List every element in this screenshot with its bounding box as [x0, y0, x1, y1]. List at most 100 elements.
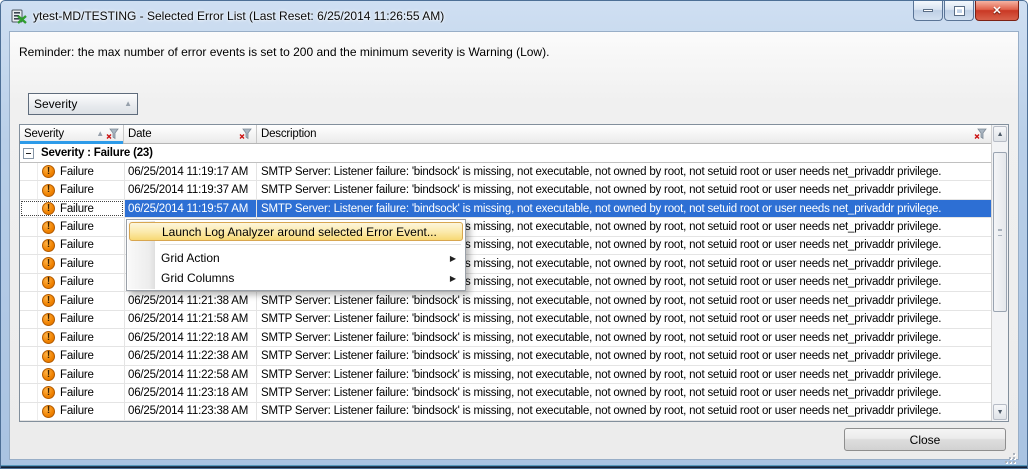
- column-label: Severity: [24, 128, 96, 140]
- severity-label: Failure: [60, 369, 94, 381]
- severity-label: Failure: [60, 295, 94, 307]
- table-row[interactable]: ! Failure 06/25/2014 11:23:38 AM SMTP Se…: [20, 403, 991, 421]
- group-indent: [22, 384, 38, 401]
- titlebar[interactable]: ytest-MD/TESTING - Selected Error List (…: [1, 1, 1027, 31]
- severity-label: Failure: [60, 387, 94, 399]
- group-indent: [22, 292, 38, 309]
- grid-header: Severity ▲ Date Description: [20, 125, 991, 144]
- maximize-icon: [955, 7, 964, 15]
- vertical-scrollbar[interactable]: ▲ ▼: [991, 125, 1008, 421]
- severity-cell: ! Failure: [20, 384, 124, 401]
- failure-icon: !: [42, 239, 55, 252]
- severity-label: Failure: [60, 332, 94, 344]
- row-description: SMTP Server: Listener failure: 'bindsock…: [257, 347, 991, 364]
- row-description: SMTP Server: Listener failure: 'bindsock…: [257, 384, 991, 401]
- group-indent: [22, 366, 38, 383]
- table-row[interactable]: ! Failure 06/25/2014 11:19:57 AM SMTP Se…: [20, 200, 991, 218]
- severity-label: Failure: [60, 203, 94, 215]
- failure-icon: !: [42, 184, 55, 197]
- failure-icon: !: [42, 405, 55, 418]
- row-date: 06/25/2014 11:19:37 AM: [124, 181, 257, 198]
- app-icon: [11, 8, 27, 24]
- severity-cell: ! Failure: [20, 218, 124, 235]
- menu-item-label: Grid Columns: [161, 271, 234, 285]
- severity-cell: ! Failure: [20, 347, 124, 364]
- close-button[interactable]: Close: [844, 428, 1006, 451]
- window-title: ytest-MD/TESTING - Selected Error List (…: [33, 9, 444, 23]
- severity-label: Failure: [60, 258, 94, 270]
- severity-cell: ! Failure: [20, 311, 124, 328]
- scroll-up-button[interactable]: ▲: [993, 126, 1007, 142]
- column-header-description[interactable]: Description: [257, 125, 991, 143]
- resize-grip[interactable]: [1003, 451, 1015, 463]
- row-date: 06/25/2014 11:19:57 AM: [124, 200, 257, 217]
- table-row[interactable]: ! Failure 06/25/2014 11:22:18 AM SMTP Se…: [20, 329, 991, 347]
- table-row[interactable]: ! Failure 06/25/2014 11:19:17 AM SMTP Se…: [20, 163, 991, 181]
- severity-cell: ! Failure: [20, 366, 124, 383]
- grid-rows: ! Failure 06/25/2014 11:19:17 AM SMTP Se…: [20, 163, 991, 421]
- row-description: SMTP Server: Listener failure: 'bindsock…: [257, 163, 991, 180]
- failure-icon: !: [42, 386, 55, 399]
- severity-label: Failure: [60, 239, 94, 251]
- table-row[interactable]: ! Failure 06/25/2014 11:21:58 AM SMTP Se…: [20, 311, 991, 329]
- row-date: 06/25/2014 11:21:58 AM: [124, 311, 257, 328]
- group-indent: [22, 403, 38, 420]
- filter-icon[interactable]: [974, 128, 987, 140]
- menu-item-launch-log-analyzer[interactable]: Launch Log Analyzer around selected Erro…: [129, 222, 463, 241]
- menu-item-grid-columns[interactable]: Grid Columns ▶: [129, 268, 463, 288]
- group-header-row[interactable]: Severity : Failure (23): [20, 144, 991, 163]
- severity-cell: ! Failure: [20, 255, 124, 272]
- group-indent: [22, 218, 38, 235]
- group-indent: [22, 311, 38, 328]
- column-header-severity[interactable]: Severity ▲: [20, 125, 124, 143]
- severity-label: Failure: [60, 166, 94, 178]
- filter-icon[interactable]: [239, 128, 252, 140]
- failure-icon: !: [42, 165, 55, 178]
- minimize-button[interactable]: [913, 1, 943, 21]
- failure-icon: !: [42, 350, 55, 363]
- collapse-group-icon[interactable]: [23, 148, 34, 159]
- scrollbar-thumb[interactable]: [993, 152, 1007, 312]
- dialog-window: ytest-MD/TESTING - Selected Error List (…: [0, 0, 1028, 469]
- sort-ascending-icon: ▲: [124, 100, 132, 108]
- table-row[interactable]: ! Failure 06/25/2014 11:19:37 AM SMTP Se…: [20, 181, 991, 199]
- severity-cell: ! Failure: [20, 237, 124, 254]
- severity-label: Failure: [60, 405, 94, 417]
- reminder-text: Reminder: the max number of error events…: [19, 45, 549, 59]
- column-label: Description: [261, 128, 972, 140]
- submenu-arrow-icon: ▶: [450, 254, 456, 263]
- table-row[interactable]: ! Failure 06/25/2014 11:21:38 AM SMTP Se…: [20, 292, 991, 310]
- maximize-button[interactable]: [944, 1, 974, 21]
- row-description: SMTP Server: Listener failure: 'bindsock…: [257, 366, 991, 383]
- severity-cell: ! Failure: [20, 292, 124, 309]
- severity-cell: ! Failure: [20, 403, 124, 420]
- failure-icon: !: [42, 294, 55, 307]
- close-window-button[interactable]: ✕: [975, 1, 1019, 21]
- table-row[interactable]: ! Failure 06/25/2014 11:22:38 AM SMTP Se…: [20, 347, 991, 365]
- row-description: SMTP Server: Listener failure: 'bindsock…: [257, 329, 991, 346]
- group-by-chip-severity[interactable]: Severity ▲: [28, 93, 138, 115]
- severity-label: Failure: [60, 276, 94, 288]
- group-indent: [22, 329, 38, 346]
- severity-label: Failure: [60, 350, 94, 362]
- table-row[interactable]: ! Failure 06/25/2014 11:23:18 AM SMTP Se…: [20, 384, 991, 402]
- failure-icon: !: [42, 221, 55, 234]
- severity-cell: ! Failure: [20, 329, 124, 346]
- table-row[interactable]: ! Failure 06/25/2014 11:22:58 AM SMTP Se…: [20, 366, 991, 384]
- minimize-icon: [923, 9, 933, 12]
- row-date: 06/25/2014 11:22:38 AM: [124, 347, 257, 364]
- row-description: SMTP Server: Listener failure: 'bindsock…: [257, 292, 991, 309]
- severity-label: Failure: [60, 221, 94, 233]
- row-description: SMTP Server: Listener failure: 'bindsock…: [257, 311, 991, 328]
- severity-label: Failure: [60, 184, 94, 196]
- menu-item-label: Launch Log Analyzer around selected Erro…: [162, 225, 437, 239]
- menu-item-grid-action[interactable]: Grid Action ▶: [129, 248, 463, 268]
- failure-icon: !: [42, 257, 55, 270]
- failure-icon: !: [42, 331, 55, 344]
- row-date: 06/25/2014 11:22:58 AM: [124, 366, 257, 383]
- menu-item-label: Grid Action: [161, 251, 220, 265]
- filter-icon[interactable]: [106, 128, 119, 140]
- scroll-down-button[interactable]: ▼: [993, 404, 1007, 420]
- group-indent: [22, 237, 38, 254]
- column-header-date[interactable]: Date: [124, 125, 257, 143]
